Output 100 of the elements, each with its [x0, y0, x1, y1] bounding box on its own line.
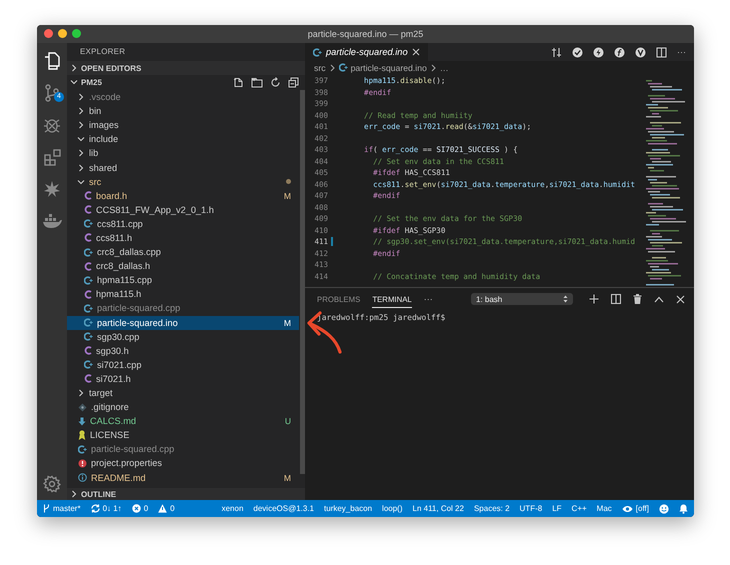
- check-circle-icon[interactable]: [572, 46, 583, 58]
- tree-item[interactable]: target: [67, 386, 299, 400]
- collapse-all-icon[interactable]: [288, 76, 299, 88]
- split-editor-icon[interactable]: [656, 46, 667, 58]
- branch-icon: [43, 504, 50, 513]
- info-icon: [78, 473, 87, 482]
- download-arrow-icon: [78, 416, 86, 426]
- status-item[interactable]: 0: [158, 504, 175, 513]
- status-item[interactable]: turkey_bacon: [324, 504, 372, 513]
- cpp-file-icon: [84, 219, 93, 228]
- branch-icon: [44, 84, 60, 102]
- tree-item[interactable]: .gitignore: [67, 400, 299, 414]
- tree-item[interactable]: board.h M: [67, 188, 299, 203]
- tree-item[interactable]: shared: [67, 160, 299, 175]
- status-item[interactable]: xenon: [222, 504, 244, 513]
- tree-item[interactable]: lib: [67, 146, 299, 160]
- tree-item[interactable]: particle-squared.cpp: [67, 442, 299, 456]
- refresh-icon[interactable]: [270, 76, 281, 88]
- more-actions[interactable]: ···: [424, 294, 433, 304]
- section-header[interactable]: PM25: [67, 75, 305, 89]
- status-item[interactable]: Ln 411, Col 22: [412, 504, 464, 513]
- function-circle-icon[interactable]: [614, 46, 625, 58]
- tree-item[interactable]: ccs811.cpp: [67, 216, 299, 231]
- close-window-button[interactable]: [44, 29, 53, 38]
- status-item[interactable]: [off]: [622, 504, 649, 513]
- minimize-window-button[interactable]: [58, 29, 67, 38]
- c-file-icon: [84, 233, 92, 242]
- status-item[interactable]: UTF-8: [520, 504, 542, 513]
- cpp-file-icon: [78, 444, 87, 454]
- tree-item[interactable]: README.md M: [67, 470, 299, 485]
- split-terminal-icon[interactable]: [611, 294, 621, 304]
- c-file-icon: [84, 290, 92, 299]
- chevron-icon: [328, 64, 336, 72]
- tree-item[interactable]: CCS811_FW_App_v2_0_1.h: [67, 202, 299, 217]
- tree-item[interactable]: sgp30.cpp: [67, 330, 299, 344]
- more-actions[interactable]: ···: [677, 47, 686, 57]
- git-status: M: [284, 190, 291, 201]
- smiley-icon: [659, 504, 669, 514]
- zoom-window-button[interactable]: [72, 29, 81, 38]
- editor-tab[interactable]: particle-squared.ino: [305, 43, 428, 61]
- section-title: OPEN EDITORS: [81, 64, 142, 72]
- breadcrumb[interactable]: particle-squared.ino: [350, 62, 427, 72]
- tree-item[interactable]: hpma115.cpp: [67, 273, 299, 288]
- cpp-file-icon: [84, 360, 93, 370]
- cpp-file-icon: [84, 248, 93, 257]
- diamond-icon: [78, 402, 87, 412]
- chevron-icon: [70, 490, 78, 498]
- status-item[interactable]: loop(): [382, 504, 402, 513]
- git-status: U: [284, 416, 291, 426]
- close-icon[interactable]: [412, 48, 420, 56]
- tree-item[interactable]: particle-squared.ino M: [67, 316, 299, 330]
- breadcrumb[interactable]: …: [440, 62, 449, 72]
- c-file-icon: [84, 374, 92, 384]
- tree-item[interactable]: si7021.h: [67, 372, 299, 386]
- status-item[interactable]: [659, 504, 669, 514]
- status-item[interactable]: C++: [572, 504, 587, 513]
- compare-icon[interactable]: [551, 46, 562, 58]
- section-header[interactable]: OPEN EDITORS: [67, 61, 305, 75]
- cpp-file-icon: [313, 48, 322, 56]
- tree-item[interactable]: CALCS.md U: [67, 414, 299, 428]
- breadcrumb[interactable]: src: [314, 62, 326, 72]
- tree-item[interactable]: particle-squared.cpp: [67, 301, 299, 316]
- status-item[interactable]: deviceOS@1.3.1: [253, 504, 314, 513]
- terminal-select[interactable]: 1: bash: [471, 293, 573, 305]
- tree-item[interactable]: project.properties: [67, 456, 299, 471]
- tree-item[interactable]: .vscode: [67, 90, 299, 104]
- trash-icon[interactable]: [633, 294, 642, 304]
- bolt-circle-icon[interactable]: [593, 46, 604, 58]
- tree-item[interactable]: crc8_dallas.cpp: [67, 245, 299, 260]
- tree-item[interactable]: src: [67, 174, 299, 189]
- new-file-icon[interactable]: [233, 76, 244, 88]
- tree-item[interactable]: hpma115.h: [67, 287, 299, 302]
- chevron-up-icon[interactable]: [654, 296, 664, 302]
- tree-item[interactable]: si7021.cpp: [67, 358, 299, 372]
- tree-item[interactable]: bin: [67, 104, 299, 118]
- status-item[interactable]: LF: [552, 504, 562, 513]
- tree-item[interactable]: ccs811.h: [67, 230, 299, 246]
- window-title: particle-squared.ino — pm25: [308, 29, 424, 39]
- scrollbar[interactable]: [300, 90, 305, 474]
- status-item[interactable]: Mac: [596, 504, 612, 513]
- status-item[interactable]: 0↓ 1↑: [90, 504, 122, 513]
- tree-item[interactable]: images: [67, 118, 299, 132]
- panel-title: EXPLORER: [79, 46, 126, 58]
- status-item[interactable]: 0: [132, 504, 148, 513]
- tree-item[interactable]: crc8_dallas.h: [67, 259, 299, 274]
- status-item[interactable]: [679, 504, 688, 514]
- status-item[interactable]: Spaces: 2: [474, 504, 510, 513]
- tree-item[interactable]: include: [67, 132, 299, 146]
- settings-icon[interactable]: [43, 475, 61, 493]
- new-folder-icon[interactable]: [251, 76, 263, 88]
- v-circle-icon[interactable]: [635, 46, 646, 58]
- tree-item[interactable]: sgp30.h: [67, 344, 299, 358]
- c-file-icon: [84, 346, 92, 356]
- section-header[interactable]: OUTLINE: [67, 488, 305, 500]
- cpp-file-icon: [338, 63, 348, 72]
- close-icon[interactable]: [676, 294, 685, 304]
- cpp-file-icon: [84, 304, 93, 313]
- plus-icon[interactable]: [589, 294, 599, 304]
- tree-item[interactable]: LICENSE: [67, 428, 299, 442]
- status-item[interactable]: master*: [43, 504, 81, 513]
